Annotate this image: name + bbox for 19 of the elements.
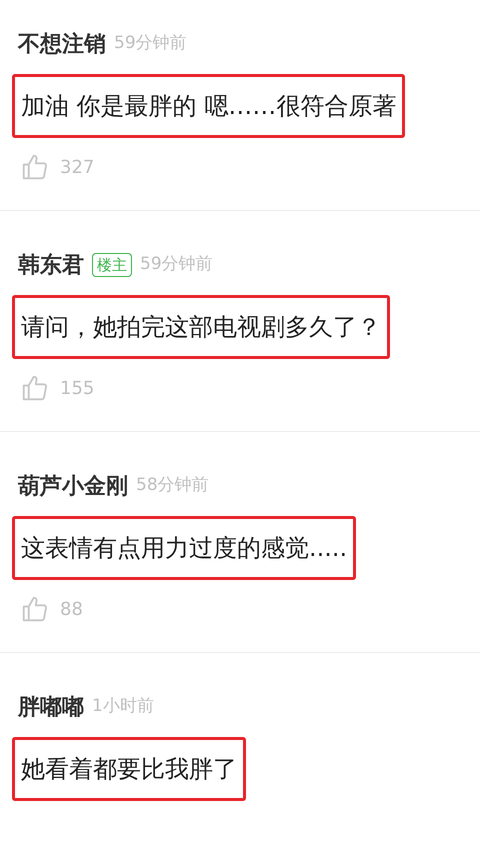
timestamp: 1小时前 [92,695,154,718]
comment-text: 她看着都要比我胖了 [12,737,246,801]
timestamp: 59分钟前 [140,253,213,276]
username[interactable]: 韩东君 [18,248,84,282]
author-badge: 楼主 [92,253,132,277]
username[interactable]: 胖嘟嘟 [18,690,84,724]
thumbs-up-icon[interactable] [20,373,50,403]
username[interactable]: 不想注销 [18,28,106,60]
comment-text: 这表情有点用力过度的感觉..... [12,516,356,580]
thumbs-up-icon[interactable] [20,152,50,182]
comment-text: 加油 你是最胖的 嗯……很符合原著 [12,74,406,138]
timestamp: 59分钟前 [114,32,187,56]
comment-text: 请问，她拍完这部电视剧多久了？ [12,295,390,359]
thumbs-up-icon[interactable] [20,594,50,624]
like-count: 155 [60,376,94,400]
like-count: 88 [60,598,83,622]
like-count: 327 [60,156,94,180]
username[interactable]: 葫芦小金刚 [18,470,128,502]
timestamp: 58分钟前 [136,474,209,498]
